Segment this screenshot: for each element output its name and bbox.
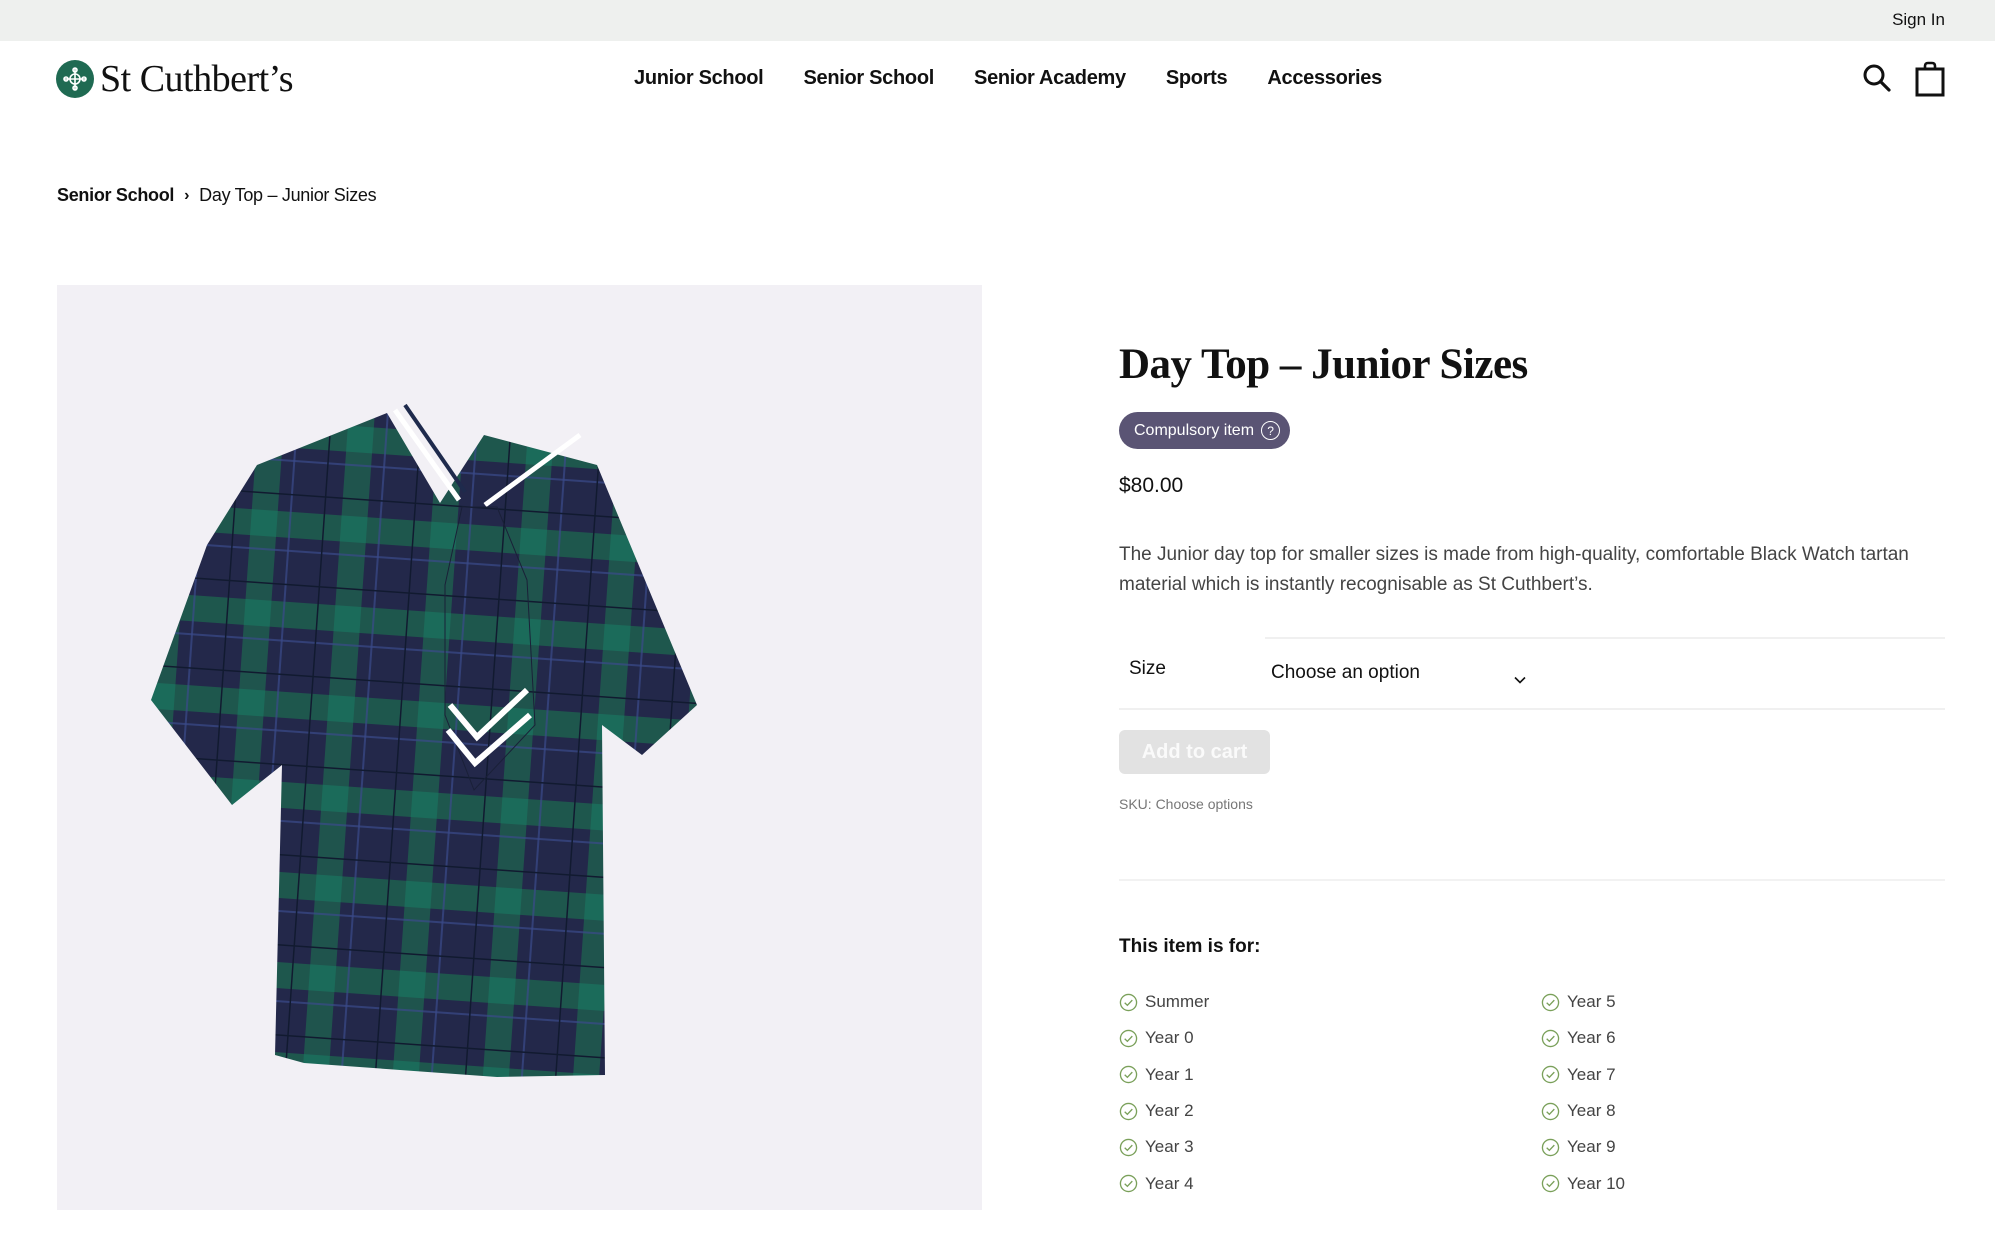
list-item: Year 3 (1119, 1129, 1209, 1165)
check-circle-icon (1119, 993, 1138, 1011)
eligibility-column-1: Summer Year 0 Year 1 Year 2 Year 3 Year … (1119, 984, 1209, 1202)
nav-senior-academy[interactable]: Senior Academy (974, 67, 1126, 90)
nav-sports[interactable]: Sports (1166, 67, 1228, 90)
list-item-label: Year 0 (1145, 1028, 1194, 1048)
breadcrumb-senior-school[interactable]: Senior School (57, 185, 174, 206)
check-circle-icon (1541, 1138, 1560, 1157)
sku-text: SKU: Choose options (1119, 796, 1253, 812)
list-item: Summer (1119, 984, 1209, 1020)
list-item: Year 4 (1119, 1165, 1209, 1201)
check-circle-icon (1119, 1029, 1138, 1048)
product-price: $80.00 (1119, 474, 1184, 497)
breadcrumb-current: Day Top – Junior Sizes (199, 185, 377, 205)
list-item-label: Year 7 (1567, 1064, 1616, 1084)
size-selected-value: Choose an option (1271, 662, 1420, 683)
badge-label: Compulsory item (1134, 421, 1255, 439)
list-item-label: Year 8 (1567, 1101, 1616, 1121)
check-circle-icon (1541, 993, 1560, 1011)
list-item: Year 1 (1119, 1057, 1209, 1093)
size-select[interactable]: Choose an option (1264, 655, 1544, 691)
celtic-cross-icon (56, 60, 94, 98)
shopping-bag-icon[interactable] (1915, 61, 1945, 102)
product-description: The Junior day top for smaller sizes is … (1119, 544, 1909, 595)
eligibility-title: This item is for: (1119, 936, 1261, 957)
list-item-label: Year 1 (1145, 1064, 1194, 1084)
breadcrumb: Senior School › Day Top – Junior Sizes (57, 185, 377, 206)
logo[interactable]: St Cuthbert’s (56, 58, 294, 100)
main-nav: Junior School Senior School Senior Acade… (634, 67, 1382, 90)
add-to-cart-button[interactable]: Add to cart (1119, 730, 1270, 774)
list-item: Year 6 (1541, 1020, 1625, 1056)
check-circle-icon (1119, 1102, 1138, 1120)
top-utility-bar: Sign In (0, 0, 1995, 41)
list-item-label: Year 10 (1567, 1173, 1625, 1193)
breadcrumb-separator: › (184, 186, 190, 204)
eligibility-column-2: Year 5 Year 6 Year 7 Year 8 Year 9 Year … (1541, 984, 1625, 1202)
nav-senior-school[interactable]: Senior School (803, 67, 934, 90)
list-item-label: Year 9 (1567, 1137, 1616, 1157)
check-circle-icon (1119, 1065, 1138, 1084)
product-image[interactable] (57, 285, 982, 1210)
product-title: Day Top – Junior Sizes (1119, 341, 1528, 388)
tartan-shirt-illustration (151, 403, 697, 1077)
list-item-label: Year 3 (1145, 1137, 1194, 1157)
nav-junior-school[interactable]: Junior School (634, 67, 764, 90)
list-item: Year 5 (1541, 984, 1625, 1020)
list-item: Year 2 (1119, 1093, 1209, 1129)
site-header: St Cuthbert’s Junior School Senior Schoo… (0, 41, 1995, 121)
compulsory-item-badge[interactable]: Compulsory item ? (1119, 412, 1291, 449)
list-item: Year 8 (1541, 1093, 1625, 1129)
check-circle-icon (1541, 1174, 1560, 1193)
check-circle-icon (1119, 1174, 1138, 1193)
chevron-down-icon (1514, 668, 1526, 690)
check-circle-icon (1541, 1065, 1560, 1084)
check-circle-icon (1119, 1138, 1138, 1157)
logo-wordmark: St Cuthbert’s (100, 58, 294, 100)
list-item: Year 9 (1541, 1129, 1625, 1165)
list-item: Year 10 (1541, 1165, 1625, 1201)
nav-accessories[interactable]: Accessories (1267, 67, 1382, 90)
list-item-label: Year 4 (1145, 1173, 1194, 1193)
list-item-label: Year 5 (1567, 992, 1616, 1012)
list-item-label: Year 6 (1567, 1028, 1616, 1048)
size-variation-row: Size Choose an option (1119, 637, 1945, 710)
help-icon[interactable]: ? (1261, 421, 1281, 440)
list-item-label: Summer (1145, 992, 1210, 1012)
size-label: Size (1129, 658, 1166, 679)
list-item-label: Year 2 (1145, 1101, 1194, 1121)
list-item: Year 7 (1541, 1057, 1625, 1093)
check-circle-icon (1541, 1102, 1560, 1120)
section-divider (1119, 879, 1945, 881)
search-icon[interactable] (1862, 63, 1892, 98)
list-item: Year 0 (1119, 1020, 1209, 1056)
sign-in-link[interactable]: Sign In (1892, 10, 1945, 30)
check-circle-icon (1541, 1029, 1560, 1048)
